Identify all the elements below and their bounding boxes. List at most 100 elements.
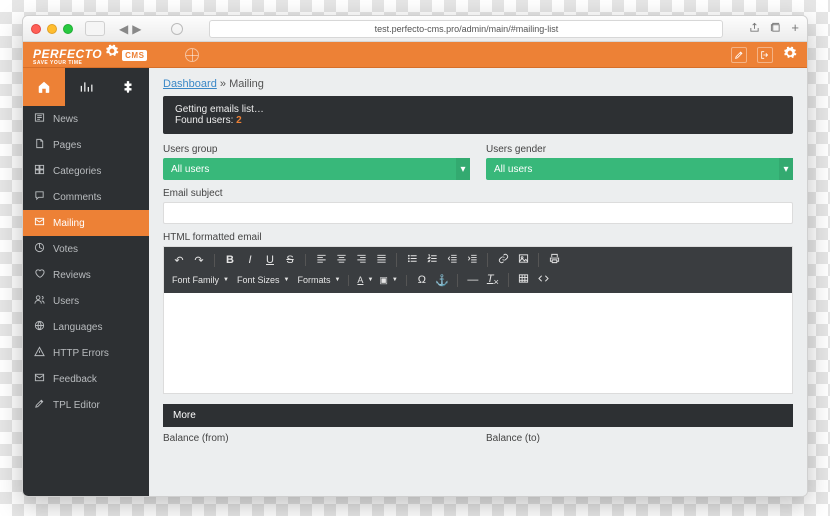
clear-format-icon[interactable]: T× xyxy=(486,273,500,287)
sidebar-item-reviews[interactable]: Reviews xyxy=(23,262,149,288)
sidebar-item-label: Languages xyxy=(53,322,103,333)
fill-color-icon[interactable]: ▣▼ xyxy=(379,275,397,286)
browser-titlebar: ◀ ▶ test.perfecto-cms.pro/admin/main/#ma… xyxy=(23,16,807,42)
print-icon[interactable] xyxy=(547,253,561,267)
link-icon[interactable] xyxy=(496,253,510,267)
cms-header: PERFECTO SAVE YOUR TIME CMS xyxy=(23,42,807,68)
chevron-down-icon: ▾ xyxy=(779,158,793,180)
status-panel: Getting emails list… Found users: 2 xyxy=(163,96,793,134)
reader-icon[interactable] xyxy=(171,23,183,35)
breadcrumb-root[interactable]: Dashboard xyxy=(163,78,217,90)
sidebar-item-label: HTTP Errors xyxy=(53,348,109,359)
share-icon[interactable] xyxy=(749,22,760,36)
brand-sub: SAVE YOUR TIME xyxy=(33,61,102,66)
pages-icon xyxy=(33,138,45,152)
formats-select[interactable]: Formats▼ xyxy=(297,275,340,285)
undo-icon[interactable]: ↶ xyxy=(172,254,186,267)
users-group-value: All users xyxy=(171,164,209,175)
logout-icon[interactable] xyxy=(757,47,773,63)
breadcrumb-current: Mailing xyxy=(229,78,264,90)
rich-text-editor: ↶ ↷ B I U S xyxy=(163,246,793,394)
comments-icon xyxy=(33,190,45,204)
http-icon xyxy=(33,346,45,360)
sidebar-tab-home[interactable] xyxy=(23,68,65,106)
rte-toolbar: ↶ ↷ B I U S xyxy=(164,247,792,293)
sidebar-item-news[interactable]: News xyxy=(23,106,149,132)
users-group-select[interactable]: All users ▾ xyxy=(163,158,470,180)
sidebar-item-label: Reviews xyxy=(53,270,91,281)
align-center-icon[interactable] xyxy=(334,253,348,267)
chevron-down-icon: ▾ xyxy=(456,158,470,180)
chevron-down-icon: ▼ xyxy=(223,277,229,283)
sidebar-item-languages[interactable]: Languages xyxy=(23,314,149,340)
sidebar-tab-plugins[interactable] xyxy=(107,68,149,106)
sidebar-toggle-button[interactable] xyxy=(85,21,105,36)
edit-layout-icon[interactable] xyxy=(731,47,747,63)
bold-icon[interactable]: B xyxy=(223,254,237,266)
brand-badge: CMS xyxy=(122,50,147,61)
text-color-icon[interactable]: A▼ xyxy=(357,275,373,285)
sidebar-tab-stats[interactable] xyxy=(65,68,107,106)
status-line-2-prefix: Found users: xyxy=(175,115,236,126)
breadcrumb-sep: » xyxy=(217,78,229,90)
redo-icon[interactable]: ↷ xyxy=(192,254,206,267)
new-tab-icon[interactable]: + xyxy=(791,22,799,36)
tabs-icon[interactable] xyxy=(770,22,781,36)
align-left-icon[interactable] xyxy=(314,253,328,267)
bullet-list-icon[interactable] xyxy=(405,253,419,267)
users-icon xyxy=(33,294,45,308)
sidebar-item-label: Mailing xyxy=(53,218,85,229)
strike-icon[interactable]: S xyxy=(283,254,297,266)
minimize-window-dot[interactable] xyxy=(47,24,57,34)
font-family-select[interactable]: Font Family▼ xyxy=(172,275,229,285)
sidebar-item-categories[interactable]: Categories xyxy=(23,158,149,184)
italic-icon[interactable]: I xyxy=(243,254,257,266)
table-icon[interactable] xyxy=(517,273,531,287)
users-group-label: Users group xyxy=(163,144,470,155)
anchor-icon[interactable]: ⚓ xyxy=(435,274,449,287)
settings-gear-icon[interactable] xyxy=(783,46,797,63)
brand-main: PERFECTO xyxy=(33,47,102,61)
more-section-header[interactable]: More xyxy=(163,404,793,427)
image-icon[interactable] xyxy=(516,253,530,267)
sidebar-item-label: Comments xyxy=(53,192,101,203)
sidebar-item-votes[interactable]: Votes xyxy=(23,236,149,262)
sidebar: News Pages Categories Comments Mailing xyxy=(23,68,149,496)
font-size-select[interactable]: Font Sizes▼ xyxy=(237,275,289,285)
mailing-icon xyxy=(33,216,45,230)
categories-icon xyxy=(33,164,45,178)
special-char-icon[interactable]: Ω xyxy=(415,274,429,286)
align-right-icon[interactable] xyxy=(354,253,368,267)
brand-logo[interactable]: PERFECTO SAVE YOUR TIME CMS xyxy=(33,44,147,66)
users-gender-select[interactable]: All users ▾ xyxy=(486,158,793,180)
close-window-dot[interactable] xyxy=(31,24,41,34)
sidebar-item-users[interactable]: Users xyxy=(23,288,149,314)
status-line-1: Getting emails list… xyxy=(175,104,781,115)
users-gender-value: All users xyxy=(494,164,532,175)
email-subject-input[interactable] xyxy=(163,202,793,224)
language-switch-icon[interactable] xyxy=(185,48,199,62)
gear-icon xyxy=(105,44,119,58)
ordered-list-icon[interactable] xyxy=(425,253,439,267)
maximize-window-dot[interactable] xyxy=(63,24,73,34)
source-code-icon[interactable] xyxy=(537,273,551,287)
sidebar-item-mailing[interactable]: Mailing xyxy=(23,210,149,236)
indent-icon[interactable] xyxy=(465,253,479,267)
rte-content-area[interactable] xyxy=(164,293,792,393)
sidebar-item-comments[interactable]: Comments xyxy=(23,184,149,210)
sidebar-item-tpl-editor[interactable]: TPL Editor xyxy=(23,392,149,418)
align-justify-icon[interactable] xyxy=(374,253,388,267)
underline-icon[interactable]: U xyxy=(263,254,277,266)
sidebar-item-http-errors[interactable]: HTTP Errors xyxy=(23,340,149,366)
sidebar-item-label: Votes xyxy=(53,244,78,255)
sidebar-item-feedback[interactable]: Feedback xyxy=(23,366,149,392)
forward-button[interactable]: ▶ xyxy=(132,22,141,36)
back-button[interactable]: ◀ xyxy=(119,22,128,36)
browser-window: ◀ ▶ test.perfecto-cms.pro/admin/main/#ma… xyxy=(22,15,808,497)
status-count: 2 xyxy=(236,115,242,126)
url-bar[interactable]: test.perfecto-cms.pro/admin/main/#mailin… xyxy=(209,20,723,38)
balance-from-label: Balance (from) xyxy=(163,433,470,444)
outdent-icon[interactable] xyxy=(445,253,459,267)
sidebar-item-pages[interactable]: Pages xyxy=(23,132,149,158)
hr-icon[interactable]: — xyxy=(466,274,480,286)
